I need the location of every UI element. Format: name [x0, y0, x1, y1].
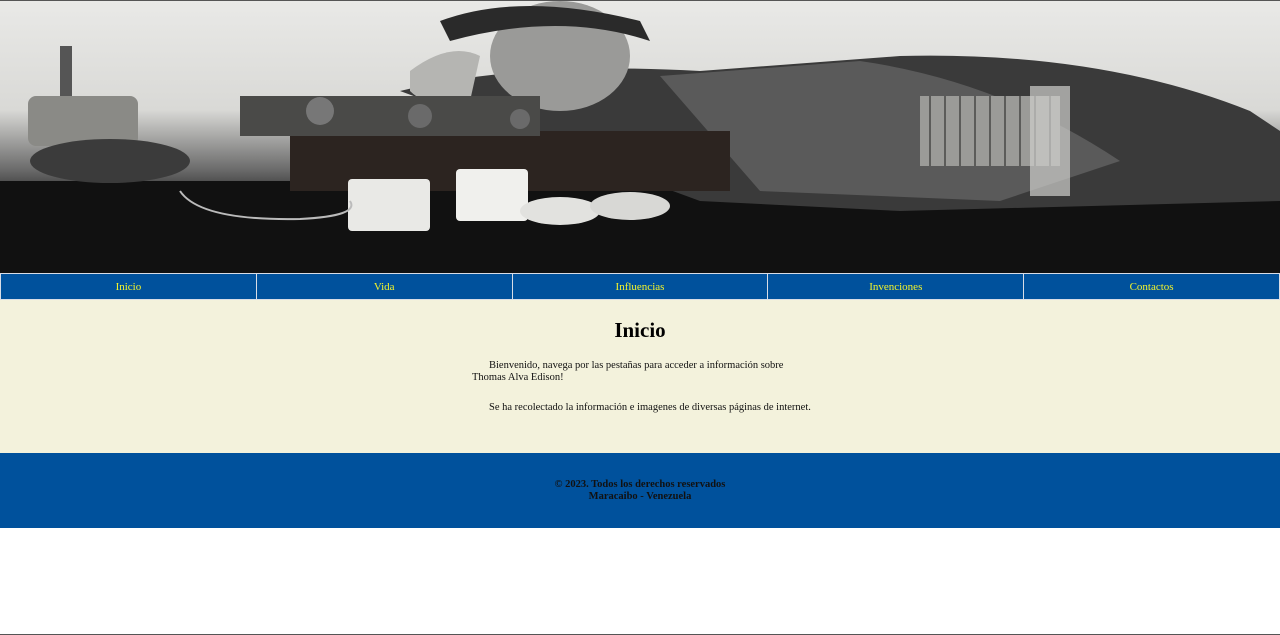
edison-photo: [0, 1, 1280, 273]
main-nav: Inicio Vida Influencias Invenciones Cont…: [0, 273, 1280, 300]
nav-tab-vida[interactable]: Vida: [256, 273, 513, 300]
nav-tab-invenciones[interactable]: Invenciones: [768, 273, 1025, 300]
welcome-paragraph: Bienvenido, navega por las pestañas para…: [472, 360, 784, 383]
main-content: Inicio Bienvenido, navega por las pestañ…: [0, 300, 1280, 453]
sources-paragraph: Se ha recolectado la información e image…: [489, 402, 811, 413]
footer-copyright: © 2023. Todos los derechos reservados: [554, 478, 726, 490]
footer: © 2023. Todos los derechos reservados Ma…: [0, 453, 1280, 528]
hero-banner-image: [0, 1, 1280, 273]
footer-location: Maracaibo - Venezuela: [588, 490, 692, 502]
nav-tab-influencias[interactable]: Influencias: [512, 273, 769, 300]
page-title: Inicio: [614, 318, 666, 342]
nav-tab-inicio[interactable]: Inicio: [0, 273, 257, 300]
nav-tab-contactos[interactable]: Contactos: [1024, 273, 1280, 300]
